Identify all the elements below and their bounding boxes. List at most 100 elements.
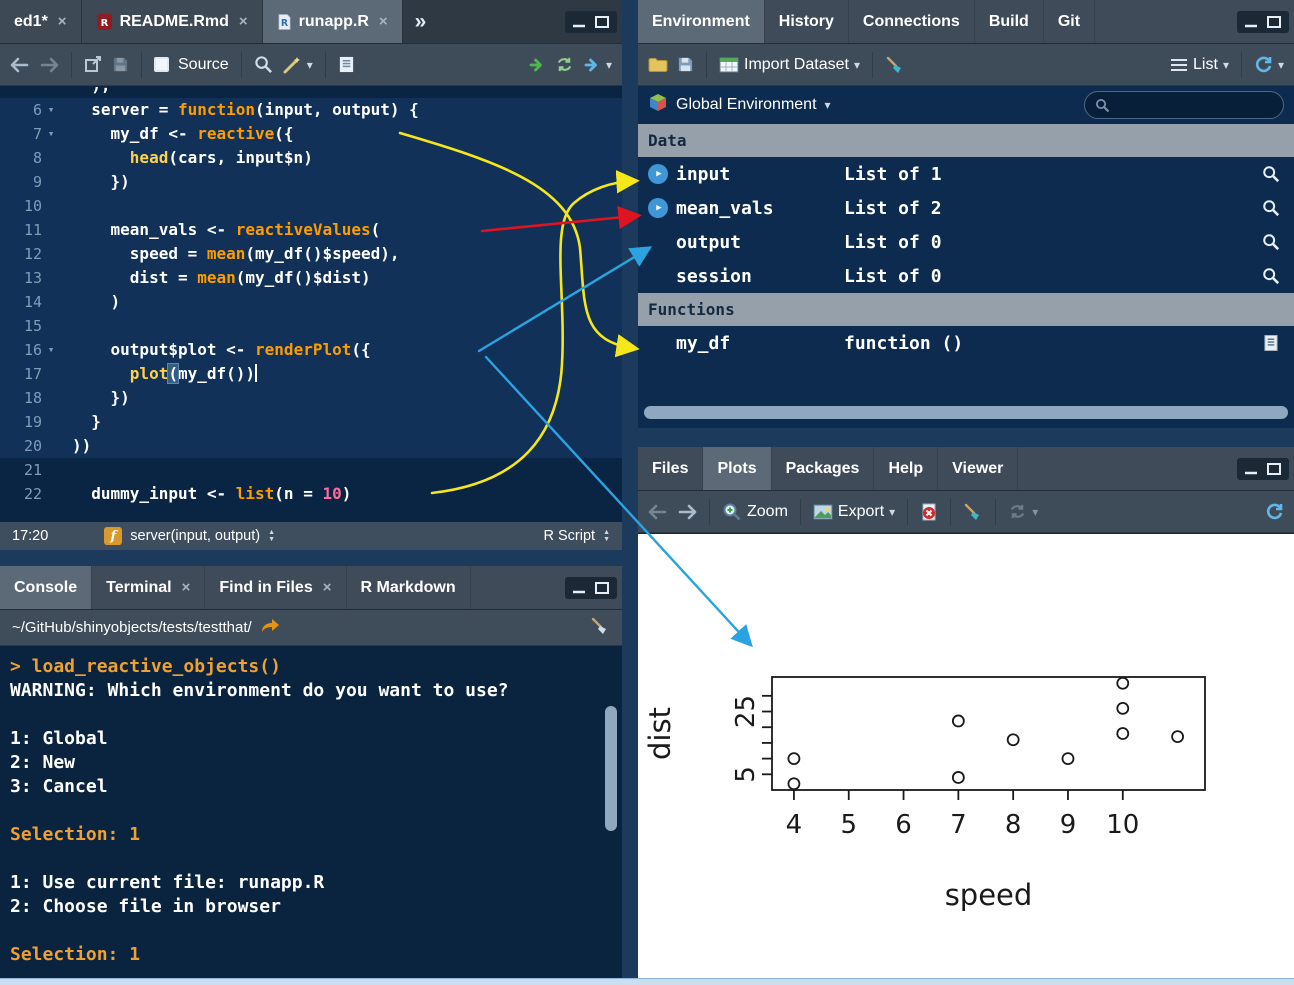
code-line-8[interactable]: 8 head(cars, input$n) [0, 146, 622, 170]
fold-arrow-icon[interactable]: ▾ [42, 338, 60, 362]
environment-scrollbar[interactable] [644, 406, 1288, 419]
tab-close-icon[interactable]: × [239, 13, 248, 30]
tab-close-icon[interactable]: × [182, 579, 191, 596]
env-object-input[interactable]: ▶inputList of 1 [638, 157, 1294, 191]
expand-icon[interactable]: ▶ [648, 198, 668, 218]
file-type-arrows[interactable]: ▲▼ [603, 530, 610, 543]
inspect-icon[interactable] [1258, 165, 1284, 183]
next-plot-icon[interactable] [677, 504, 697, 520]
console-scrollbar[interactable] [605, 706, 617, 831]
env-object-session[interactable]: sessionList of 0 [638, 259, 1294, 293]
tab-close-icon[interactable]: × [323, 579, 332, 596]
publish-icon[interactable]: ▾ [1008, 503, 1038, 520]
export-plot-button[interactable]: Export ▾ [813, 503, 895, 521]
tab-overflow-icon[interactable]: » [403, 0, 439, 43]
back-icon[interactable] [10, 57, 30, 73]
env-object-mean-vals[interactable]: ▶mean_valsList of 2 [638, 191, 1294, 225]
code-line-13[interactable]: 13 dist = mean(my_df()$dist) [0, 266, 622, 290]
code-line-20[interactable]: 20)) [0, 434, 622, 458]
env-object-output[interactable]: outputList of 0 [638, 225, 1294, 259]
refresh-environment-icon[interactable]: ▾ [1254, 55, 1284, 74]
view-source-icon[interactable] [1258, 334, 1284, 352]
rerun-icon[interactable] [555, 56, 574, 73]
previous-plot-icon[interactable] [648, 504, 668, 520]
code-line-21[interactable]: 21 [0, 458, 622, 482]
rfile-file-icon: R [277, 13, 292, 31]
find-replace-icon[interactable] [254, 55, 273, 74]
code-line-11[interactable]: 11 mean_vals <- reactiveValues( [0, 218, 622, 242]
file-type-indicator[interactable]: R Script [543, 528, 595, 544]
environment-search-box[interactable] [1084, 91, 1284, 119]
console-tab-find-in-files[interactable]: Find in Files× [205, 566, 346, 609]
remove-plot-icon[interactable] [920, 503, 938, 521]
code-line-partial[interactable]: ), [0, 87, 622, 98]
clear-all-plots-icon[interactable] [963, 502, 983, 522]
scope-indicator[interactable]: server(input, output) [130, 528, 260, 544]
code-line-15[interactable]: 15 [0, 314, 622, 338]
output-tab-plots[interactable]: Plots [703, 447, 771, 490]
output-tab-files[interactable]: Files [638, 447, 703, 490]
refresh-plot-icon[interactable] [1265, 502, 1284, 521]
scope-selector-arrows[interactable]: ▲▼ [268, 530, 275, 543]
plot-canvas[interactable]: 45678910525speeddist [638, 534, 1294, 985]
output-tab-packages[interactable]: Packages [772, 447, 875, 490]
console-tab-console[interactable]: Console [0, 566, 92, 609]
inspect-icon[interactable] [1258, 267, 1284, 285]
clear-environment-icon[interactable] [885, 55, 905, 75]
expand-icon[interactable]: ▶ [648, 164, 668, 184]
workspace-tab-build[interactable]: Build [975, 0, 1044, 43]
environment-scope-selector[interactable]: Global Environment [676, 96, 817, 114]
code-line-14[interactable]: 14 ) [0, 290, 622, 314]
editor-tab-ed1[interactable]: ed1*× [0, 0, 82, 43]
code-line-10[interactable]: 10 [0, 194, 622, 218]
run-icon[interactable] [528, 56, 546, 74]
compile-report-icon[interactable] [338, 56, 355, 73]
console-output[interactable]: > load_reactive_objects()WARNING: Which … [0, 647, 622, 979]
code-line-22[interactable]: 22 dummy_input <- list(n = 10) [0, 482, 622, 506]
open-in-new-window-icon[interactable] [84, 56, 103, 73]
rmd-file-icon: R [96, 13, 113, 31]
forward-icon[interactable] [39, 57, 59, 73]
code-line-18[interactable]: 18 }) [0, 386, 622, 410]
fold-arrow-icon[interactable]: ▾ [42, 98, 60, 122]
workspace-tab-git[interactable]: Git [1044, 0, 1095, 43]
source-script-icon[interactable]: ▾ [583, 56, 612, 74]
working-directory[interactable]: ~/GitHub/shinyobjects/tests/testthat/ [12, 619, 252, 636]
goto-directory-icon[interactable] [260, 618, 280, 638]
code-tools-wand-icon[interactable]: ▾ [282, 55, 313, 75]
workspace-tab-environment[interactable]: Environment [638, 0, 765, 43]
code-line-19[interactable]: 19 } [0, 410, 622, 434]
save-icon[interactable] [112, 56, 129, 73]
code-line-12[interactable]: 12 speed = mean(my_df()$speed), [0, 242, 622, 266]
editor-tab-readme-rmd[interactable]: RREADME.Rmd× [82, 0, 263, 43]
workspace-tab-connections[interactable]: Connections [849, 0, 975, 43]
inspect-icon[interactable] [1258, 199, 1284, 217]
console-tab-r-markdown[interactable]: R Markdown [347, 566, 471, 609]
code-line-16[interactable]: 16▾ output$plot <- renderPlot({ [0, 338, 622, 362]
code-line-17[interactable]: 17 plot(my_df()) [0, 362, 622, 386]
environment-search-input[interactable] [1116, 97, 1273, 113]
workspace-tab-history[interactable]: History [765, 0, 849, 43]
save-workspace-icon[interactable] [677, 56, 694, 73]
load-workspace-icon[interactable] [648, 56, 668, 73]
console-tab-terminal[interactable]: Terminal× [92, 566, 205, 609]
output-tab-viewer[interactable]: Viewer [938, 447, 1018, 490]
clear-console-icon[interactable] [590, 616, 610, 640]
fold-arrow-icon[interactable]: ▾ [42, 122, 60, 146]
zoom-plot-button[interactable]: Zoom [722, 502, 788, 522]
import-dataset-button[interactable]: Import Dataset ▾ [719, 56, 860, 74]
code-line-7[interactable]: 7▾ my_df <- reactive({ [0, 122, 622, 146]
source-on-save-checkbox[interactable] [154, 57, 169, 72]
environment-cube-icon [648, 93, 668, 118]
list-view-button[interactable]: List ▾ [1170, 56, 1229, 74]
pane-window-controls [565, 11, 617, 33]
code-line-6[interactable]: 6▾ server = function(input, output) { [0, 98, 622, 122]
editor-tab-runapp-r[interactable]: Rrunapp.R× [263, 0, 403, 43]
inspect-icon[interactable] [1258, 233, 1284, 251]
code-line-9[interactable]: 9 }) [0, 170, 622, 194]
tab-close-icon[interactable]: × [58, 13, 67, 30]
tab-close-icon[interactable]: × [379, 13, 388, 30]
env-object-my-df[interactable]: my_dffunction () [638, 326, 1294, 360]
code-editor[interactable]: ),6▾ server = function(input, output) {7… [0, 87, 622, 522]
output-tab-help[interactable]: Help [874, 447, 938, 490]
